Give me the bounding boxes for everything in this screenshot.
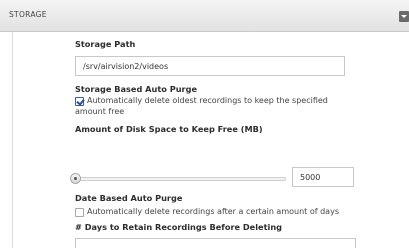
storage-purge-text-line1: Automatically delete oldest recordings t… [87,96,328,105]
disk-space-input[interactable]: 5000 [292,167,354,187]
disk-space-slider-handle[interactable] [70,173,81,184]
disk-space-slider-track[interactable] [72,177,286,181]
date-purge-text: Automatically delete recordings after a … [87,207,339,216]
disk-space-label: Amount of Disk Space to Keep Free (MB) [75,124,263,134]
date-purge-label: Date Based Auto Purge [75,193,183,203]
storage-path-input[interactable]: /srv/airvision2/videos [75,56,345,76]
date-purge-checkbox[interactable] [75,208,84,217]
storage-purge-checkbox[interactable] [75,97,84,106]
collapse-toggle-icon[interactable] [399,11,409,22]
days-retain-input[interactable] [75,238,356,248]
storage-purge-label: Storage Based Auto Purge [75,84,198,94]
storage-panel-header: STORAGE [0,0,409,32]
days-retain-label: # Days to Retain Recordings Before Delet… [75,222,283,232]
storage-path-label: Storage Path [75,39,136,49]
panel-title: STORAGE [9,10,47,19]
storage-purge-text-line2: amount free [75,107,125,116]
